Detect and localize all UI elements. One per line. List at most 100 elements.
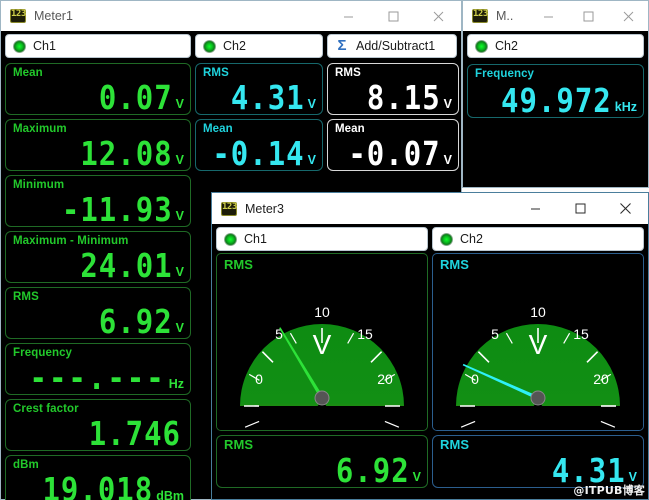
readout-unit: Hz <box>169 377 184 391</box>
readout-label: RMS <box>335 67 452 79</box>
readout-unit: kHz <box>615 100 637 114</box>
readout-label: Frequency <box>475 68 637 80</box>
green-led-icon <box>13 40 26 53</box>
gauge-label-rms-ch2: RMS <box>440 257 469 272</box>
readout-column-meter2: Frequency 49.972 kHz <box>463 64 648 122</box>
readout-value-group: 8.15 V <box>367 83 452 115</box>
minimize-button-meter2[interactable] <box>528 1 568 31</box>
tab-label-ch1: Ch1 <box>33 39 56 53</box>
gauge-tick-15: 15 <box>357 326 373 342</box>
readout-digits: ---.--- <box>30 359 166 395</box>
readout-value-group: 49.972 kHz <box>501 86 637 118</box>
readout-mean-ch2: Mean -0.14 V <box>195 119 323 171</box>
readout-unit: V <box>308 153 316 167</box>
window-controls-meter3 <box>513 193 648 224</box>
maximize-button-meter1[interactable] <box>371 1 416 31</box>
tabrow-meter3: Ch1 Ch2 <box>212 224 648 253</box>
window-meter3[interactable]: Meter3 Ch1 Ch2 <box>211 192 649 500</box>
titlebar-meter3[interactable]: Meter3 <box>212 193 648 224</box>
minimize-button-meter3[interactable] <box>513 193 558 224</box>
tab-ch1[interactable]: Ch1 <box>5 34 191 58</box>
tabrow-meter1: Ch1 Ch2 Σ Add/Subtract1 <box>1 31 461 60</box>
readout-unit: V <box>308 97 316 111</box>
readout-value-group: 12.08 V <box>80 139 184 171</box>
tabrow-meter2: Ch2 <box>463 31 648 60</box>
readout-label: Mean <box>203 123 316 135</box>
maximize-button-meter3[interactable] <box>558 193 603 224</box>
window-title-meter1: Meter1 <box>34 9 73 23</box>
window-title-meter2: M.. <box>496 9 513 23</box>
readout-rms-gauge-ch2: RMS 4.31 V <box>432 435 644 488</box>
readout-label: Mean <box>335 123 452 135</box>
readout-digits: 12.08 <box>80 135 172 171</box>
readout-column-ch1: Mean 0.07 V Maximum 12.08 V Minimum -11.… <box>5 59 191 500</box>
tab-label-ch2: Ch2 <box>495 39 518 53</box>
gauge-unit-symbol: V <box>313 329 332 360</box>
gauge-dial-ch1: 0 5 10 15 20 V <box>217 254 427 431</box>
readout-digits: 6.92 <box>336 452 410 488</box>
green-led-icon <box>203 40 216 53</box>
readout-rms: RMS 6.92 V <box>5 287 191 339</box>
minimize-button-meter1[interactable] <box>326 1 371 31</box>
readout-dbm: dBm 19.018 dBm <box>5 455 191 500</box>
tab-label-ch2: Ch2 <box>460 232 483 246</box>
readout-unit: V <box>444 153 452 167</box>
watermark: @ITPUB博客 <box>573 482 645 498</box>
close-button-meter3[interactable] <box>603 193 648 224</box>
titlebar-meter2[interactable]: M.. <box>463 1 648 31</box>
readout-unit: V <box>176 97 184 111</box>
tab-label-add-subtract1: Add/Subtract1 <box>356 39 435 53</box>
readout-minimum: Minimum -11.93 V <box>5 175 191 227</box>
readout-label: Minimum <box>13 179 184 191</box>
window-meter2[interactable]: M.. Ch2 Frequency <box>462 0 649 188</box>
maximize-button-meter2[interactable] <box>568 1 608 31</box>
readout-value-group: -0.14 V <box>212 139 316 171</box>
tab-add-subtract1[interactable]: Σ Add/Subtract1 <box>327 34 457 58</box>
gauge-tick-0: 0 <box>255 371 263 387</box>
readout-crest-factor: Crest factor 1.746 <box>5 399 191 451</box>
readout-value-group: 19.018 dBm <box>42 475 184 500</box>
readout-column-add-subtract1: RMS 8.15 V Mean -0.07 V <box>327 59 459 171</box>
readout-label: Maximum <box>13 123 184 135</box>
readout-digits: 6.92 <box>99 303 173 339</box>
readout-label: dBm <box>13 459 184 471</box>
gauge-panel-ch1: RMS <box>216 253 428 431</box>
readout-unit: V <box>176 321 184 335</box>
sigma-icon: Σ <box>335 39 349 53</box>
readout-column-ch2: RMS 4.31 V Mean -0.14 V <box>195 59 323 171</box>
readout-maximum: Maximum 12.08 V <box>5 119 191 171</box>
readout-rms-ch2: RMS 4.31 V <box>195 63 323 115</box>
gauge-tick-20: 20 <box>593 371 609 387</box>
readout-unit: V <box>176 209 184 223</box>
readout-value-group: 4.31 V <box>231 83 316 115</box>
readout-mean-addsub: Mean -0.07 V <box>327 119 459 171</box>
desktop-root: Meter1 Ch1 Ch2 <box>0 0 649 500</box>
gauge-row: RMS <box>212 253 648 431</box>
gauge-tick-5: 5 <box>275 326 283 342</box>
close-button-meter2[interactable] <box>608 1 648 31</box>
readout-digits: 4.31 <box>231 79 305 115</box>
readout-value-group: 1.746 <box>89 419 184 451</box>
readout-unit: V <box>176 265 184 279</box>
titlebar-meter1[interactable]: Meter1 <box>1 1 461 31</box>
gauge-tick-15: 15 <box>573 326 589 342</box>
readout-value-group: 6.92 V <box>336 456 421 488</box>
tab-ch2-meter3[interactable]: Ch2 <box>432 227 644 251</box>
readout-label: Frequency <box>13 347 184 359</box>
tab-ch1-meter3[interactable]: Ch1 <box>216 227 428 251</box>
seven-segment-123-icon <box>221 202 237 216</box>
readout-rms-addsub: RMS 8.15 V <box>327 63 459 115</box>
readout-digits: 19.018 <box>42 471 153 500</box>
tab-ch2[interactable]: Ch2 <box>195 34 323 58</box>
tab-ch2-meter2[interactable]: Ch2 <box>467 34 644 58</box>
readout-digits: 1.746 <box>89 415 181 451</box>
readout-digits: -11.93 <box>62 191 173 227</box>
window-controls-meter2 <box>528 1 648 31</box>
gauge-tick-10: 10 <box>530 304 546 320</box>
readout-value-group: 0.07 V <box>99 83 184 115</box>
close-button-meter1[interactable] <box>416 1 461 31</box>
gauge-readout-row: RMS 6.92 V RMS 4.31 V <box>212 431 648 488</box>
seven-segment-123-icon <box>472 9 488 23</box>
readout-value-group: -11.93 V <box>62 195 184 227</box>
readout-label: RMS <box>13 291 184 303</box>
